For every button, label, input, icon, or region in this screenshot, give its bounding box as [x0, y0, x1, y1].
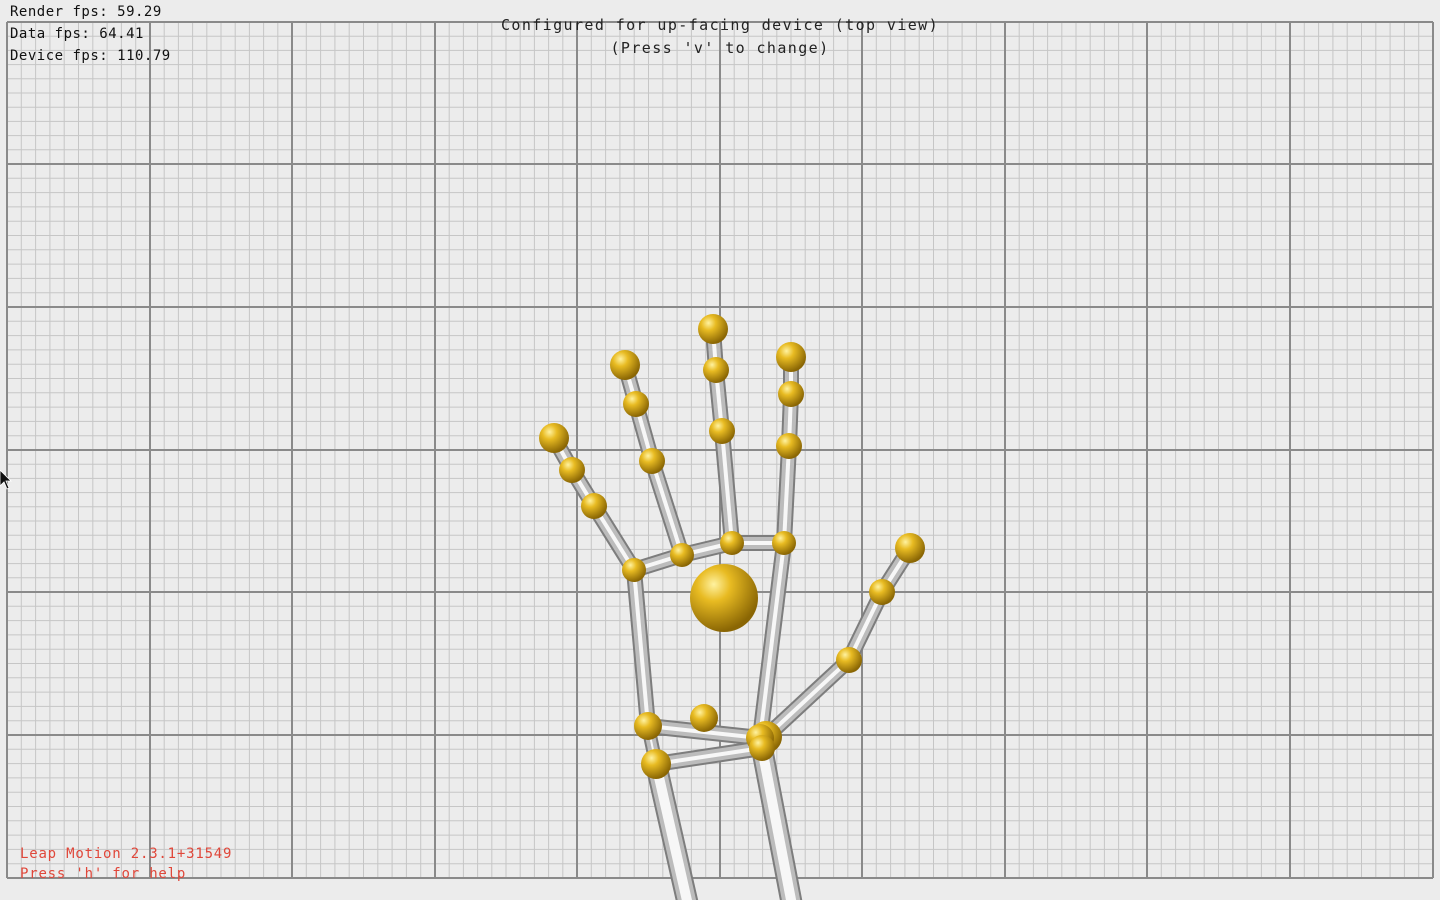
joint-r_i — [639, 448, 665, 474]
joint-p_tip — [539, 423, 569, 453]
version-label: Leap Motion 2.3.1+31549 — [20, 846, 233, 862]
joint-hid — [690, 704, 718, 732]
joint-r_tip — [610, 350, 640, 380]
bone-r_i-r_m — [644, 458, 690, 558]
joint-i_m — [772, 531, 796, 555]
bone-w2_l-f_l — [645, 761, 699, 900]
joint-t_tip — [895, 533, 925, 563]
joint-i_tip — [776, 342, 806, 372]
joint-p_i — [581, 493, 607, 519]
bone-m_i-m_m — [714, 430, 740, 544]
bone-i_i-i_m — [776, 445, 797, 544]
hand-skeleton — [539, 314, 925, 900]
joint-w_l — [634, 712, 662, 740]
joint-r_m — [670, 543, 694, 567]
joint-w2_l — [641, 749, 671, 779]
joint-r_d — [623, 391, 649, 417]
mouse-cursor-icon — [0, 470, 12, 490]
joints — [539, 314, 925, 779]
joint-i_i — [776, 433, 802, 459]
joint-w2_r — [749, 735, 775, 761]
joint-p_m — [622, 558, 646, 582]
joint-m_d — [703, 357, 729, 383]
bone-p_m-w_l — [626, 569, 656, 727]
bone-w2_l-w2_r — [654, 740, 764, 772]
change-view-hint: (Press 'v' to change) — [610, 39, 830, 57]
visualizer-viewport[interactable]: Render fps: 59.29 Data fps: 64.41 Device… — [0, 0, 1440, 900]
joint-t_i — [836, 647, 862, 673]
device-orientation-banner: Configured for up-facing device (top vie… — [500, 16, 940, 34]
joint-t_d — [869, 579, 895, 605]
bone-t_i-t_m — [760, 654, 855, 743]
joint-m_m — [720, 531, 744, 555]
joint-i_d — [778, 381, 804, 407]
joint-palm — [690, 564, 758, 632]
bone-w_r-f_r — [749, 735, 803, 900]
joint-m_tip — [698, 314, 728, 344]
bone-i_m-w_r — [752, 542, 792, 739]
joint-m_i — [709, 418, 735, 444]
help-hint: Press 'h' for help — [20, 866, 187, 882]
joint-p_d — [559, 457, 585, 483]
